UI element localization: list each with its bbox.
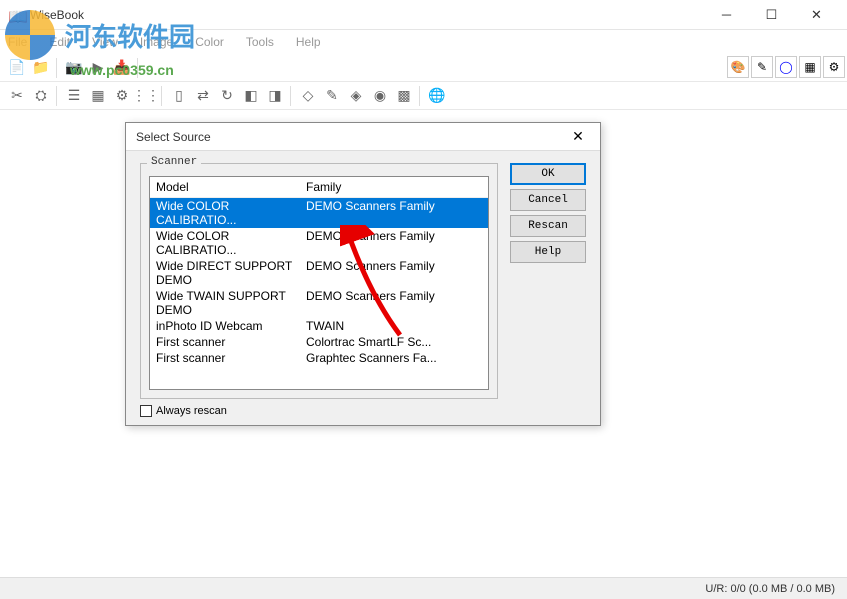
window-title: WiseBook xyxy=(30,8,704,22)
menubar: File Edit View Image Color Tools Help xyxy=(0,30,847,54)
swap-icon[interactable]: ⇄ xyxy=(192,85,214,107)
tool-2-icon[interactable]: ⛭ xyxy=(30,85,52,107)
page-icon[interactable]: ▯ xyxy=(168,85,190,107)
fieldset-label: Scanner xyxy=(147,156,201,168)
tool-10-icon[interactable]: ◧ xyxy=(240,85,262,107)
help-button[interactable]: Help xyxy=(510,241,586,263)
grid-icon[interactable]: ▦ xyxy=(799,56,821,78)
list-row[interactable]: Wide TWAIN SUPPORT DEMO DEMO Scanners Fa… xyxy=(150,288,488,318)
list-row[interactable]: inPhoto ID Webcam TWAIN xyxy=(150,318,488,334)
open-icon[interactable]: 📁 xyxy=(30,57,52,79)
list-header: Model Family xyxy=(150,177,488,198)
list-row[interactable]: First scanner Graphtec Scanners Fa... xyxy=(150,350,488,366)
always-rescan-checkbox[interactable] xyxy=(140,405,152,417)
dialog-buttons: OK Cancel Rescan Help xyxy=(510,163,586,413)
statusbar: U/R: 0/0 (0.0 MB / 0.0 MB) xyxy=(0,577,847,599)
menu-help[interactable]: Help xyxy=(286,33,331,51)
rotate-icon[interactable]: ↻ xyxy=(216,85,238,107)
tool-14-icon[interactable]: ◈ xyxy=(345,85,367,107)
menu-file[interactable]: File xyxy=(8,33,37,51)
rescan-button[interactable]: Rescan xyxy=(510,215,586,237)
app-icon: 📖 xyxy=(8,7,24,23)
brush-icon[interactable]: ✎ xyxy=(321,85,343,107)
status-text: U/R: 0/0 (0.0 MB / 0.0 MB) xyxy=(705,583,835,595)
cancel-button[interactable]: Cancel xyxy=(510,189,586,211)
menu-color[interactable]: Color xyxy=(185,33,234,51)
list-row[interactable]: Wide COLOR CALIBRATIO... DEMO Scanners F… xyxy=(150,228,488,258)
grid2-icon[interactable]: ▦ xyxy=(87,85,109,107)
scan-icon[interactable]: 📷 xyxy=(63,57,85,79)
maximize-button[interactable]: ☐ xyxy=(749,1,794,29)
window-controls: ─ ☐ ✕ xyxy=(704,1,839,29)
scanner-fieldset: Scanner Model Family Wide COLOR CALIBRAT… xyxy=(140,163,498,399)
menu-view[interactable]: View xyxy=(82,33,128,51)
ok-button[interactable]: OK xyxy=(510,163,586,185)
new-icon[interactable]: 📄 xyxy=(6,57,28,79)
list-row[interactable]: Wide DIRECT SUPPORT DEMO DEMO Scanners F… xyxy=(150,258,488,288)
tool-16-icon[interactable]: ▩ xyxy=(393,85,415,107)
toolbar-secondary: ✂ ⛭ ☰ ▦ ⚙ ⋮⋮ ▯ ⇄ ↻ ◧ ◨ ◇ ✎ ◈ ◉ ▩ 🌐 xyxy=(0,82,847,110)
close-button[interactable]: ✕ xyxy=(794,1,839,29)
tool-11-icon[interactable]: ◨ xyxy=(264,85,286,107)
menu-edit[interactable]: Edit xyxy=(39,33,80,51)
always-rescan-label: Always rescan xyxy=(156,405,227,417)
gear-icon[interactable]: ⚙ xyxy=(823,56,845,78)
list-icon[interactable]: ☰ xyxy=(63,85,85,107)
menu-tools[interactable]: Tools xyxy=(236,33,284,51)
play-icon[interactable]: ▶ xyxy=(87,57,109,79)
column-model: Model xyxy=(156,180,306,194)
column-family: Family xyxy=(306,180,482,194)
dots-icon[interactable]: ⋮⋮ xyxy=(135,85,157,107)
circle-icon[interactable]: ◯ xyxy=(775,56,797,78)
minimize-button[interactable]: ─ xyxy=(704,1,749,29)
list-row[interactable]: Wide COLOR CALIBRATIO... DEMO Scanners F… xyxy=(150,198,488,228)
dialog-close-button[interactable]: ✕ xyxy=(566,125,590,149)
import-icon[interactable]: 📥 xyxy=(111,57,133,79)
globe-icon[interactable]: 🌐 xyxy=(426,85,448,107)
tool-1-icon[interactable]: ✂ xyxy=(6,85,28,107)
toolbar-right: 🎨 ✎ ◯ ▦ ⚙ xyxy=(725,54,847,80)
tool-5-icon[interactable]: ⚙ xyxy=(111,85,133,107)
toolbar-main: 📄 📁 📷 ▶ 📥 xyxy=(0,54,847,82)
scanner-list[interactable]: Model Family Wide COLOR CALIBRATIO... DE… xyxy=(149,176,489,390)
select-source-dialog: Select Source ✕ Scanner Model Family Wid… xyxy=(125,122,601,426)
color-icon[interactable]: 🎨 xyxy=(727,56,749,78)
dialog-title: Select Source xyxy=(136,130,566,144)
titlebar: 📖 WiseBook ─ ☐ ✕ xyxy=(0,0,847,30)
dialog-titlebar: Select Source ✕ xyxy=(126,123,600,151)
list-row[interactable]: First scanner Colortrac SmartLF Sc... xyxy=(150,334,488,350)
eraser-icon[interactable]: ◇ xyxy=(297,85,319,107)
tool-15-icon[interactable]: ◉ xyxy=(369,85,391,107)
menu-image[interactable]: Image xyxy=(130,33,183,51)
always-rescan-row: Always rescan xyxy=(140,405,498,417)
edit-icon[interactable]: ✎ xyxy=(751,56,773,78)
